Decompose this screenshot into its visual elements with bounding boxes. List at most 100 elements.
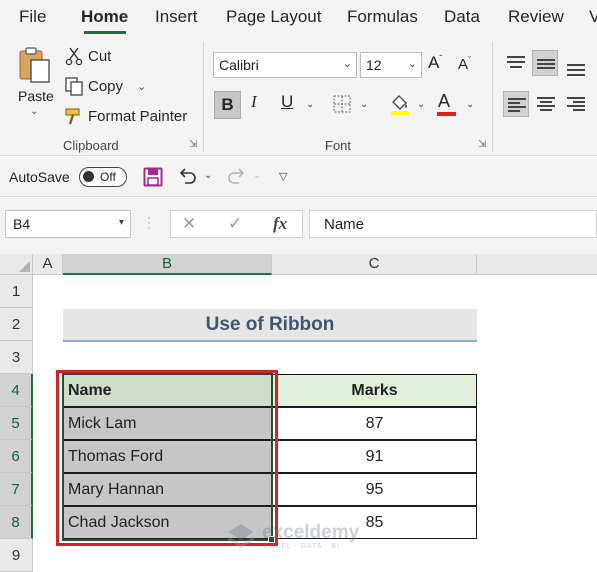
- tab-data[interactable]: Data: [444, 7, 480, 27]
- select-all-button[interactable]: [0, 254, 33, 275]
- paste-dropdown-icon[interactable]: ⌄: [30, 106, 38, 117]
- tab-review[interactable]: Review: [508, 7, 564, 27]
- enter-check-icon[interactable]: ✓: [228, 214, 242, 234]
- formula-bar: B4 ▾ · · · ✕ ✓ fx Name: [0, 198, 597, 254]
- tab-page-layout[interactable]: Page Layout: [226, 7, 321, 27]
- redo-dropdown-icon[interactable]: ⌄: [253, 170, 261, 181]
- row-header-5[interactable]: 5: [0, 407, 33, 440]
- row-header-7[interactable]: 7: [0, 473, 33, 506]
- chevron-down-icon: ⌄: [407, 58, 417, 70]
- resize-handle-icon[interactable]: · · ·: [147, 211, 151, 233]
- align-center-icon[interactable]: [533, 91, 559, 117]
- bottom-align-icon[interactable]: [563, 54, 589, 80]
- insert-function-icon[interactable]: fx: [273, 214, 287, 234]
- copy-label: Copy: [88, 77, 124, 95]
- font-color-swatch: [437, 112, 456, 116]
- group-divider: [203, 42, 204, 152]
- font-color-button[interactable]: A: [437, 91, 456, 116]
- chevron-down-icon: ▾: [118, 217, 124, 228]
- row-header-8[interactable]: 8: [0, 506, 33, 539]
- font-color-dropdown-icon[interactable]: ⌄: [466, 99, 474, 110]
- paintbrush-icon: [64, 106, 84, 126]
- toggle-knob: [83, 171, 94, 182]
- font-group-label: Font: [325, 138, 352, 153]
- watermark-subtitle: EXCEL · DATA · BI: [264, 543, 340, 550]
- underline-button[interactable]: U: [281, 92, 293, 112]
- paste-button[interactable]: Paste: [18, 88, 54, 104]
- row-header-3[interactable]: 3: [0, 341, 33, 374]
- cut-button[interactable]: Cut: [64, 46, 111, 66]
- bold-button[interactable]: B: [214, 91, 241, 119]
- watermark-logo-icon: [228, 524, 254, 548]
- formula-input[interactable]: Name: [309, 210, 597, 238]
- fill-color-icon[interactable]: [389, 92, 411, 121]
- undo-icon[interactable]: [177, 165, 199, 192]
- autosave-toggle[interactable]: Off: [79, 167, 127, 187]
- group-divider: [492, 42, 493, 152]
- undo-dropdown-icon[interactable]: ⌄: [204, 170, 212, 181]
- top-align-icon[interactable]: [503, 50, 529, 76]
- tab-view-partial[interactable]: V: [589, 7, 597, 27]
- column-header-a[interactable]: A: [33, 254, 63, 275]
- clipboard-group-label: Clipboard: [63, 138, 119, 153]
- fill-color-dropdown-icon[interactable]: ⌄: [417, 99, 425, 110]
- select-all-triangle-icon: [19, 261, 30, 272]
- quick-access-toolbar: AutoSave Off ⌄ ⌄ ▽: [0, 157, 597, 197]
- active-tab-indicator: [84, 31, 126, 34]
- format-painter-button[interactable]: Format Painter: [64, 106, 187, 126]
- tab-formulas[interactable]: Formulas: [347, 7, 418, 27]
- row-header-4[interactable]: 4: [0, 374, 33, 407]
- table-cell-marks[interactable]: 91: [272, 440, 477, 473]
- decrease-font-size-icon[interactable]: Aˇ: [458, 55, 471, 73]
- name-box[interactable]: B4 ▾: [5, 210, 131, 238]
- tab-insert[interactable]: Insert: [155, 7, 198, 27]
- format-painter-label: Format Painter: [88, 107, 188, 125]
- copy-icon: [64, 76, 84, 96]
- table-cell-marks[interactable]: 87: [272, 407, 477, 440]
- tab-file[interactable]: File: [19, 7, 46, 27]
- italic-button[interactable]: I: [251, 92, 257, 112]
- tab-home[interactable]: Home: [81, 7, 128, 27]
- highlight-annotation-box: [56, 370, 278, 546]
- column-header-c[interactable]: C: [272, 254, 477, 275]
- row-header-2[interactable]: 2: [0, 308, 33, 341]
- formula-actions: ✕ ✓ fx: [170, 210, 303, 238]
- cancel-icon[interactable]: ✕: [182, 214, 196, 234]
- menu-tab-bar: File Home Insert Page Layout Formulas Da…: [0, 0, 597, 36]
- autosave-label: AutoSave: [9, 169, 70, 185]
- borders-icon[interactable]: [332, 94, 352, 119]
- font-dialog-launcher-icon[interactable]: ⇲: [478, 139, 486, 150]
- borders-dropdown-icon[interactable]: ⌄: [360, 99, 368, 110]
- align-left-icon[interactable]: [503, 91, 529, 117]
- name-box-value: B4: [13, 216, 31, 232]
- save-icon[interactable]: [143, 167, 163, 192]
- redo-icon[interactable]: [225, 165, 247, 192]
- align-right-icon[interactable]: [563, 91, 589, 117]
- column-header-b[interactable]: B: [63, 254, 272, 275]
- column-header-empty[interactable]: [477, 254, 597, 275]
- customize-toolbar-icon[interactable]: ▽: [279, 170, 287, 183]
- paste-icon[interactable]: [17, 46, 53, 84]
- underline-dropdown-icon[interactable]: ⌄: [306, 99, 314, 110]
- table-cell-marks[interactable]: 95: [272, 473, 477, 506]
- autosave-state: Off: [100, 170, 116, 184]
- font-name-value: Calibri: [219, 57, 259, 73]
- font-size-select[interactable]: 12 ⌄: [360, 52, 422, 78]
- cut-label: Cut: [88, 47, 112, 65]
- watermark-title: exceldemy: [262, 522, 360, 543]
- row-header-9[interactable]: 9: [0, 539, 33, 572]
- scissors-icon: [64, 46, 84, 66]
- increase-font-size-icon[interactable]: Aˆ: [428, 53, 442, 73]
- copy-dropdown-icon[interactable]: ⌄: [137, 80, 146, 93]
- clipboard-dialog-launcher-icon[interactable]: ⇲: [189, 139, 197, 150]
- font-name-select[interactable]: Calibri ⌄: [213, 52, 357, 78]
- row-header-1[interactable]: 1: [0, 275, 33, 308]
- middle-align-icon[interactable]: [532, 50, 558, 76]
- sheet-title-cell[interactable]: Use of Ribbon: [63, 309, 477, 342]
- font-color-label: A: [438, 91, 451, 111]
- table-header-marks[interactable]: Marks: [272, 374, 477, 407]
- row-header-6[interactable]: 6: [0, 440, 33, 473]
- watermark: exceldemy EXCEL · DATA · BI: [226, 522, 359, 555]
- copy-button[interactable]: Copy ⌄: [64, 76, 146, 96]
- worksheet-grid: A B C 1 2 3 4 5 6 7 8 9 Use of Ribbon Na…: [0, 254, 597, 572]
